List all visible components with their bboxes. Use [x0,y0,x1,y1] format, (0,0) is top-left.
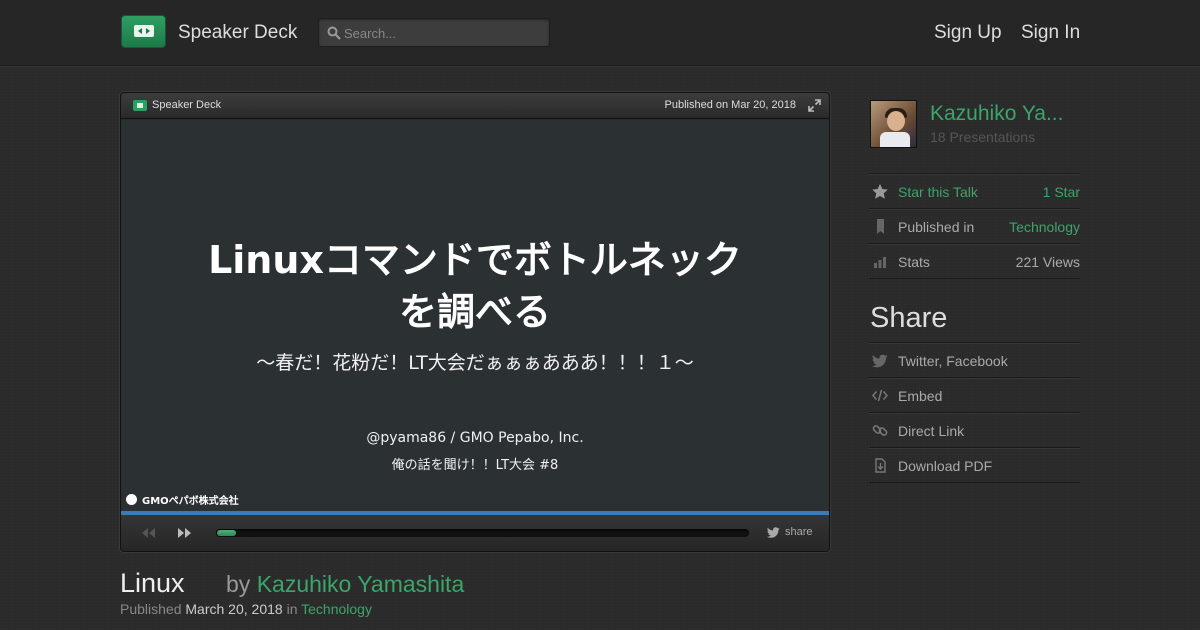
share-options-list: Twitter, Facebook Embed Direct Link Down… [869,342,1080,483]
direct-link-row[interactable]: Direct Link [869,412,1080,447]
stats-row: Stats 221 Views [869,243,1080,278]
slide-title-line-2: を調べる [398,290,551,334]
slide-canvas[interactable]: Linuxコマンドでボトルネック を調べる 〜春だ！花粉だ！LT大会だぁぁぁああ… [121,120,829,511]
code-icon [872,389,888,402]
stats-label: Stats [898,254,930,270]
player-published-date: Published on Mar 20, 2018 [664,99,796,111]
embed-row[interactable]: Embed [869,377,1080,412]
logo-dot-icon [126,493,137,505]
share-heading: Share [870,302,948,334]
share-label: share [785,526,813,538]
star-talk-label[interactable]: Star this Talk [898,184,978,200]
views-count: 221 Views [1015,254,1080,270]
slide-company-logo: GMOペパボ株式会社 [126,492,239,507]
player-header: Speaker Deck Published on Mar 20, 2018 [121,93,829,119]
slide-author: @pyama86 / GMO Pepabo, Inc. [366,430,584,446]
talk-title: Linux [120,568,185,598]
top-navbar: Speaker Deck Sign Up Sign In [0,0,1200,66]
scrubber-fill [217,530,236,536]
next-slide-icon[interactable] [177,526,193,540]
direct-link-label[interactable]: Direct Link [898,423,964,439]
user-avatar[interactable] [870,100,917,148]
player-brand[interactable]: Speaker Deck [152,99,221,111]
speaker-deck-logo-icon[interactable] [121,15,166,48]
bar-chart-icon [874,257,886,268]
twitter-bird-icon [767,526,780,538]
published-label: Published [120,601,182,617]
twitter-icon [872,354,888,368]
sign-in-link[interactable]: Sign In [1021,22,1080,44]
embed-label[interactable]: Embed [898,388,942,404]
published-in-category[interactable]: Technology [1009,219,1080,235]
share-social-label[interactable]: Twitter, Facebook [898,353,1008,369]
category-link[interactable]: Technology [301,601,372,617]
brand-name[interactable]: Speaker Deck [178,22,297,44]
star-talk-row[interactable]: Star this Talk 1 Star [869,173,1080,208]
download-pdf-label[interactable]: Download PDF [898,458,992,474]
slide-player: Speaker Deck Published on Mar 20, 2018 L… [120,92,830,552]
published-in-label: Published in [898,219,975,235]
star-count: 1 Star [1042,184,1080,200]
search-box[interactable] [318,18,550,47]
link-icon [872,425,888,436]
bookmark-icon [877,219,884,234]
share-social-row[interactable]: Twitter, Facebook [869,342,1080,377]
talk-byline: by Kazuhiko Yamashita [226,571,464,598]
sign-up-link[interactable]: Sign Up [934,22,1002,44]
speaker-deck-mini-logo-icon[interactable] [133,100,147,111]
download-icon [875,458,886,473]
slide-title-line-1: Linuxコマンドでボトルネック [208,238,742,282]
user-name-link[interactable]: Kazuhiko Ya... [930,102,1063,126]
presentation-count: 18 Presentations [930,129,1036,145]
player-share-button[interactable]: share [767,526,813,538]
player-controls: share [121,515,829,551]
slide-logo-text: GMOペパボ株式会社 [142,495,239,507]
author-link[interactable]: Kazuhiko Yamashita [257,571,465,597]
search-input[interactable] [344,23,544,43]
published-in-row: Published in Technology [869,208,1080,243]
slide-scrubber[interactable] [216,529,749,537]
talk-meta: Published March 20, 2018 in Technology [120,601,372,617]
star-icon [872,184,888,199]
fullscreen-expand-icon[interactable] [808,99,821,112]
talk-stats-list: Star this Talk 1 Star Published in Techn… [869,173,1080,279]
published-date: March 20, 2018 [185,601,283,617]
previous-slide-icon[interactable] [140,526,156,540]
in-label: in [286,601,298,617]
by-label: by [226,571,251,597]
download-pdf-row[interactable]: Download PDF [869,447,1080,482]
search-icon [327,26,341,40]
slide-subtitle: 〜春だ！花粉だ！LT大会だぁぁぁあああ！！！１〜 [256,352,694,374]
slide-event: 俺の話を聞け！！LT大会 #8 [391,458,559,473]
slide-title: Linuxコマンドでボトルネック を調べる [121,234,829,338]
